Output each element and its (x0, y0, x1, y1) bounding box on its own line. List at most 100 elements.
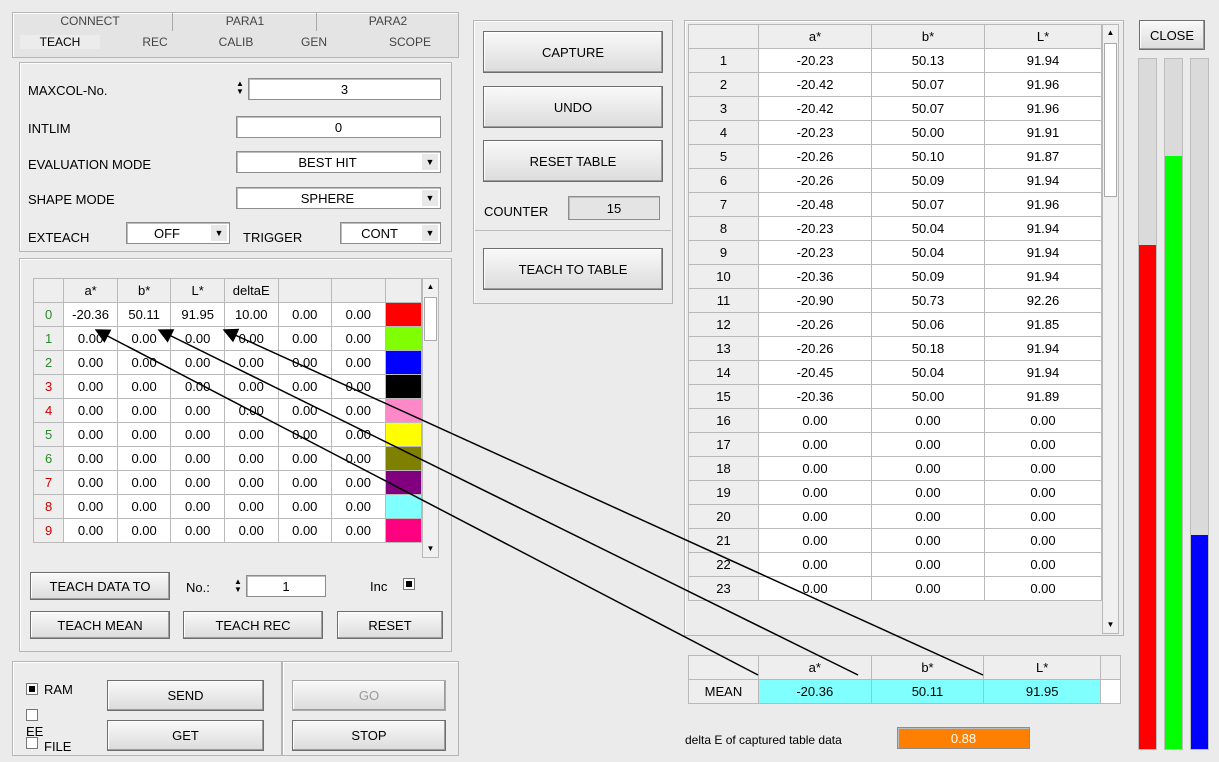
table-row[interactable]: 23 0.00 0.00 0.00 (688, 576, 1102, 601)
no-spinner[interactable]: ▲ ▼ (232, 578, 244, 594)
table-cell[interactable]: 50.09 (871, 168, 985, 193)
table-row[interactable]: 4 -20.23 50.00 91.91 (688, 120, 1102, 145)
table-cell[interactable]: 91.94 (984, 216, 1102, 241)
evaluation-mode-select[interactable]: BEST HIT ▼ (236, 151, 441, 173)
table-cell[interactable]: 10.00 (223, 302, 279, 327)
row-number[interactable]: 10 (688, 264, 759, 289)
table-cell[interactable]: 0.00 (758, 552, 872, 577)
table-cell[interactable]: 50.00 (871, 384, 985, 409)
row-number[interactable]: 7 (32, 470, 65, 495)
trigger-select[interactable]: CONT ▼ (340, 222, 441, 244)
table-cell[interactable]: 0.00 (63, 350, 118, 375)
maxcol-field[interactable]: 3 (248, 78, 441, 100)
row-number[interactable]: 4 (688, 120, 759, 145)
table-row[interactable]: 2 0.00 0.00 0.00 0.00 0.00 0.00 (32, 350, 423, 375)
table-row[interactable]: 19 0.00 0.00 0.00 (688, 480, 1102, 505)
table-cell[interactable]: 0.00 (331, 326, 386, 351)
table-cell[interactable]: 0.00 (63, 398, 118, 423)
table-row[interactable]: 6 0.00 0.00 0.00 0.00 0.00 0.00 (32, 446, 423, 471)
table-cell[interactable]: 0.00 (116, 326, 172, 351)
row-number[interactable]: 9 (32, 518, 65, 543)
table-cell[interactable]: 0.00 (984, 408, 1102, 433)
table-row[interactable]: 7 0.00 0.00 0.00 0.00 0.00 0.00 (32, 470, 423, 495)
chevron-down-icon[interactable]: ▼ (422, 190, 438, 206)
table-cell[interactable]: 0.00 (277, 302, 333, 327)
table-cell[interactable]: 0.00 (331, 350, 386, 375)
stop-button[interactable]: STOP (292, 720, 446, 751)
row-number[interactable]: 17 (688, 432, 759, 457)
row-number[interactable]: 1 (688, 48, 759, 73)
table-cell[interactable]: 0.00 (63, 422, 118, 447)
table-row[interactable]: 10 -20.36 50.09 91.94 (688, 264, 1102, 289)
tab-para2[interactable]: PARA2 (318, 14, 458, 28)
chevron-down-icon[interactable]: ▼ (211, 225, 227, 241)
row-number[interactable]: 8 (32, 494, 65, 519)
row-number[interactable]: 6 (688, 168, 759, 193)
table-cell[interactable]: 0.00 (170, 350, 225, 375)
table-cell[interactable]: 91.91 (984, 120, 1102, 145)
tab-scope[interactable]: SCOPE (370, 35, 450, 49)
row-number[interactable]: 22 (688, 552, 759, 577)
chevron-down-icon[interactable]: ▼ (422, 154, 438, 170)
table-cell[interactable]: -20.42 (758, 96, 872, 121)
row-number[interactable]: 1 (32, 326, 65, 351)
teach-mean-button[interactable]: TEACH MEAN (30, 611, 170, 639)
table-cell[interactable]: 50.13 (871, 48, 985, 73)
table-cell[interactable]: 91.94 (984, 264, 1102, 289)
table-cell[interactable]: 0.00 (871, 504, 985, 529)
table-cell[interactable]: -20.42 (758, 72, 872, 97)
table-cell[interactable]: 0.00 (223, 398, 279, 423)
table-cell[interactable]: 0.00 (984, 552, 1102, 577)
table-row[interactable]: 5 0.00 0.00 0.00 0.00 0.00 0.00 (32, 422, 423, 447)
table-cell[interactable]: 0.00 (758, 528, 872, 553)
table-cell[interactable]: 0.00 (277, 518, 333, 543)
teach-table-scrollbar[interactable]: ▲ ▼ (422, 278, 439, 558)
table-row[interactable]: 8 0.00 0.00 0.00 0.00 0.00 0.00 (32, 494, 423, 519)
table-cell[interactable]: 0.00 (170, 518, 225, 543)
table-cell[interactable]: 0.00 (984, 528, 1102, 553)
exteach-select[interactable]: OFF ▼ (126, 222, 230, 244)
table-cell[interactable]: 50.06 (871, 312, 985, 337)
table-cell[interactable]: 50.18 (871, 336, 985, 361)
row-number[interactable]: 7 (688, 192, 759, 217)
table-cell[interactable]: 0.00 (223, 326, 279, 351)
table-cell[interactable]: 50.00 (871, 120, 985, 145)
row-number[interactable]: 5 (32, 422, 65, 447)
table-row[interactable]: 6 -20.26 50.09 91.94 (688, 168, 1102, 193)
table-cell[interactable]: 92.26 (984, 288, 1102, 313)
row-number[interactable]: 15 (688, 384, 759, 409)
table-cell[interactable]: 0.00 (277, 350, 333, 375)
table-cell[interactable]: 50.11 (116, 302, 172, 327)
table-cell[interactable]: 0.00 (63, 374, 118, 399)
row-number[interactable]: 0 (32, 302, 65, 327)
close-button[interactable]: CLOSE (1139, 20, 1205, 50)
row-number[interactable]: 11 (688, 288, 759, 313)
table-row[interactable]: 12 -20.26 50.06 91.85 (688, 312, 1102, 337)
table-cell[interactable]: 0.00 (871, 528, 985, 553)
table-cell[interactable]: 0.00 (758, 576, 872, 601)
table-cell[interactable]: 0.00 (170, 374, 225, 399)
table-cell[interactable]: 91.94 (984, 48, 1102, 73)
get-button[interactable]: GET (107, 720, 264, 751)
tab-connect[interactable]: CONNECT (20, 14, 160, 28)
table-cell[interactable]: -20.23 (758, 120, 872, 145)
table-cell[interactable]: 50.07 (871, 96, 985, 121)
color-swatch[interactable] (384, 398, 423, 423)
table-cell[interactable]: 0.00 (170, 422, 225, 447)
color-swatch[interactable] (384, 350, 423, 375)
table-row[interactable]: 9 -20.23 50.04 91.94 (688, 240, 1102, 265)
table-cell[interactable]: 0.00 (223, 470, 279, 495)
table-cell[interactable]: 0.00 (223, 494, 279, 519)
table-row[interactable]: 2 -20.42 50.07 91.96 (688, 72, 1102, 97)
table-cell[interactable]: 0.00 (331, 422, 386, 447)
undo-button[interactable]: UNDO (483, 86, 663, 128)
table-cell[interactable]: 0.00 (170, 398, 225, 423)
table-cell[interactable]: 0.00 (331, 470, 386, 495)
table-row[interactable]: 18 0.00 0.00 0.00 (688, 456, 1102, 481)
table-cell[interactable]: 0.00 (116, 398, 172, 423)
table-cell[interactable]: 91.96 (984, 96, 1102, 121)
scroll-thumb[interactable] (424, 297, 437, 341)
ram-checkbox[interactable] (26, 683, 38, 695)
table-cell[interactable]: 91.94 (984, 360, 1102, 385)
table-cell[interactable]: 0.00 (758, 408, 872, 433)
